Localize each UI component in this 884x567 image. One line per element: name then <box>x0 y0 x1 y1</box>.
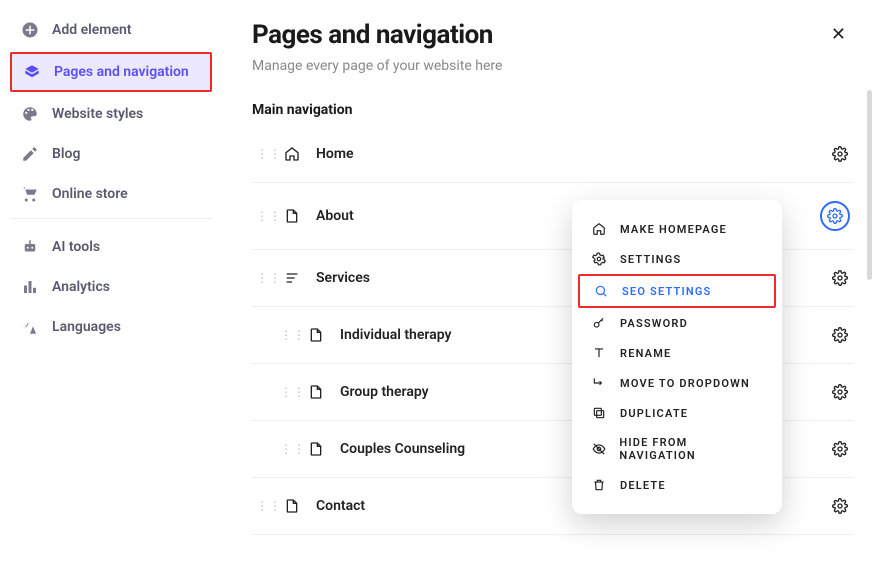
close-icon[interactable]: ✕ <box>823 20 854 49</box>
trash-icon <box>592 478 608 492</box>
sidebar-item-label: Blog <box>52 146 80 162</box>
bar-chart-icon <box>20 277 40 297</box>
nav-row-label: Home <box>316 146 816 162</box>
menu-item-make-homepage[interactable]: Make homepage <box>578 214 776 244</box>
sidebar-item-label: AI tools <box>52 239 100 255</box>
page-icon <box>284 498 302 514</box>
sidebar-item-analytics[interactable]: Analytics <box>10 269 212 305</box>
page-icon <box>284 208 302 224</box>
duplicate-icon <box>592 406 608 420</box>
page-context-menu: Make homepage Settings SEO settings Pass… <box>572 200 782 514</box>
pencil-square-icon <box>20 144 40 164</box>
menu-item-delete[interactable]: Delete <box>578 470 776 500</box>
sidebar-item-blog[interactable]: Blog <box>10 136 212 172</box>
pages-panel: Pages and navigation Manage every page o… <box>222 0 884 567</box>
nav-row-home[interactable]: ⋮⋮ Home <box>252 126 854 183</box>
search-icon <box>594 284 610 298</box>
drag-handle-icon[interactable]: ⋮⋮ <box>280 328 294 342</box>
menu-item-label: Password <box>620 317 688 330</box>
menu-item-seo-settings[interactable]: SEO settings <box>578 274 776 308</box>
translate-icon <box>20 317 40 337</box>
menu-item-duplicate[interactable]: Duplicate <box>578 398 776 428</box>
sidebar-item-languages[interactable]: Languages <box>10 309 212 345</box>
menu-item-label: Make homepage <box>620 223 727 236</box>
scrollbar[interactable] <box>867 90 872 280</box>
list-icon <box>284 270 302 286</box>
menu-item-move-to-dropdown[interactable]: Move to dropdown <box>578 368 776 398</box>
drag-handle-icon[interactable]: ⋮⋮ <box>280 385 294 399</box>
sidebar-item-label: Add element <box>52 22 132 38</box>
panel-title: Pages and navigation <box>252 20 502 50</box>
page-icon <box>308 441 326 457</box>
sidebar-item-label: Pages and navigation <box>54 64 189 80</box>
eye-off-icon <box>592 442 607 456</box>
sidebar-item-label: Online store <box>52 186 128 202</box>
gear-icon[interactable] <box>830 496 850 516</box>
menu-item-label: SEO settings <box>622 285 711 298</box>
gear-icon[interactable] <box>830 439 850 459</box>
sidebar: Add element Pages and navigation Website… <box>0 0 222 567</box>
drag-handle-icon[interactable]: ⋮⋮ <box>256 271 270 285</box>
sidebar-item-label: Website styles <box>52 106 143 122</box>
plus-circle-icon <box>20 20 40 40</box>
menu-item-label: Hide from navigation <box>619 436 762 462</box>
drag-handle-icon[interactable]: ⋮⋮ <box>280 442 294 456</box>
sidebar-item-ai-tools[interactable]: AI tools <box>10 229 212 265</box>
section-label: Main navigation <box>252 102 854 118</box>
panel-subtitle: Manage every page of your website here <box>252 58 502 74</box>
menu-item-label: Rename <box>620 347 671 360</box>
home-icon <box>284 146 302 162</box>
drag-handle-icon[interactable]: ⋮⋮ <box>256 147 270 161</box>
menu-item-label: Duplicate <box>620 407 688 420</box>
drag-handle-icon[interactable]: ⋮⋮ <box>256 499 270 513</box>
gear-icon[interactable] <box>830 144 850 164</box>
menu-item-label: Settings <box>620 253 681 266</box>
sidebar-item-label: Analytics <box>52 279 110 295</box>
menu-item-label: Delete <box>620 479 666 492</box>
menu-item-settings[interactable]: Settings <box>578 244 776 274</box>
sidebar-divider <box>10 218 212 219</box>
menu-item-hide-from-navigation[interactable]: Hide from navigation <box>578 428 776 470</box>
gear-icon[interactable] <box>830 325 850 345</box>
cart-icon <box>20 184 40 204</box>
sidebar-item-website-styles[interactable]: Website styles <box>10 96 212 132</box>
robot-icon <box>20 237 40 257</box>
sidebar-item-online-store[interactable]: Online store <box>10 176 212 212</box>
home-icon <box>592 222 608 236</box>
gear-icon[interactable] <box>830 268 850 288</box>
text-icon <box>592 346 608 360</box>
gear-icon[interactable] <box>830 382 850 402</box>
sidebar-item-pages-navigation[interactable]: Pages and navigation <box>10 52 212 92</box>
gear-icon <box>592 252 608 266</box>
page-icon <box>308 384 326 400</box>
key-icon <box>592 316 608 330</box>
menu-item-password[interactable]: Password <box>578 308 776 338</box>
gear-icon[interactable] <box>820 201 850 231</box>
palette-icon <box>20 104 40 124</box>
page-icon <box>308 327 326 343</box>
move-arrow-icon <box>592 376 608 390</box>
drag-handle-icon[interactable]: ⋮⋮ <box>256 209 270 223</box>
menu-item-rename[interactable]: Rename <box>578 338 776 368</box>
sidebar-item-add-element[interactable]: Add element <box>10 12 212 48</box>
sidebar-item-label: Languages <box>52 319 121 335</box>
layers-icon <box>22 62 42 82</box>
menu-item-label: Move to dropdown <box>620 377 750 390</box>
